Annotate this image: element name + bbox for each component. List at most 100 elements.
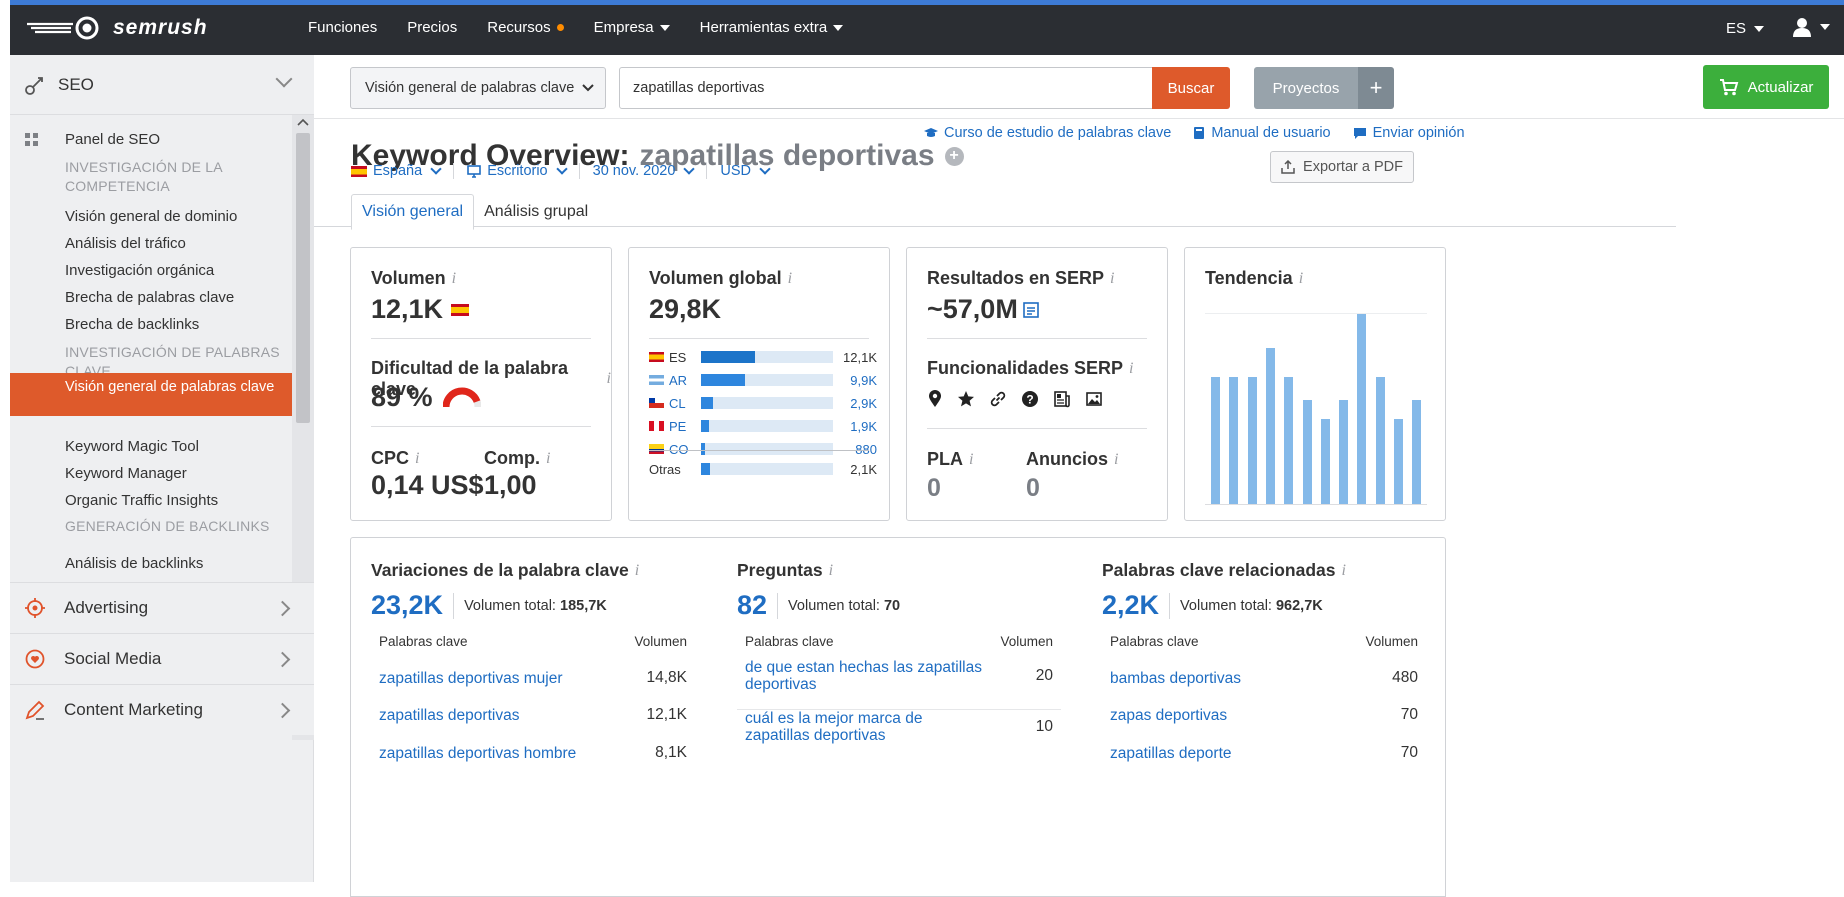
scroll-up-icon[interactable] [297,118,309,126]
sidebar-item[interactable]: Organic Traffic Insights [65,491,287,510]
keyword-link[interactable]: zapatillas deportivas hombre [379,745,619,762]
sidebar-item[interactable]: Análisis del tráfico [65,234,287,253]
related-section: Palabras clave relacionadas i 2,2K Volumen … [1102,538,1432,878]
country-value: 2,9K [850,395,877,411]
scrollbar-thumb[interactable] [296,133,310,423]
country-row-pe[interactable]: PE 1,9K [649,417,877,435]
serp-results-card: Resultados en SERP i ~57,0M Funcionalidad… [906,247,1168,521]
help-link-0[interactable]: Curso de estudio de palabras clave [924,125,1171,141]
chevron-down-icon [759,163,771,175]
info-icon[interactable]: i [635,562,639,580]
keyword-link[interactable]: zapas deportivas [1110,707,1350,724]
info-icon[interactable]: i [1129,360,1133,378]
info-icon[interactable]: i [1114,451,1118,469]
country-row-cl[interactable]: CL 2,9K [649,394,877,412]
sidebar-seo-header[interactable]: SEO [10,55,314,115]
info-icon[interactable]: i [415,450,419,468]
sidebar-group-advertising[interactable]: Advertising [10,582,314,633]
filter-2[interactable]: 30 nov. 2020 [593,163,708,179]
filter-1[interactable]: Escritorio [467,163,580,179]
semrush-logo[interactable]: semrush [25,14,208,42]
book-icon [1193,126,1205,140]
topnav-item-3[interactable]: Empresa [594,19,670,36]
trend-title-text: Tendencia [1205,268,1293,288]
difficulty-gauge-icon [442,387,481,407]
topnav-item-1[interactable]: Precios [407,19,457,36]
topnav-item-0[interactable]: Funciones [308,19,377,36]
keyword-link[interactable]: cuál es la mejor marca de zapatillas dep… [745,710,985,744]
variations-section: Variaciones de la palabra clave i 23,2K Vol… [371,538,701,878]
country-row-ar[interactable]: AR 9,9K [649,371,877,389]
keyword-link[interactable]: zapatillas deportivas [379,707,619,724]
trend-gridline [1205,313,1427,314]
sidebar-item[interactable]: Análisis de backlinks [65,554,287,573]
divider [927,428,1147,429]
info-icon[interactable]: i [1341,562,1345,580]
topnav-label: Empresa [593,19,654,36]
upgrade-button[interactable]: Actualizar [1703,65,1829,109]
volume-card: Volumen i 12,1K Dificultad de la palabra … [350,247,612,521]
keyword-volume: 70 [1400,744,1418,761]
search-button[interactable]: Buscar [1152,67,1230,109]
sidebar-item[interactable]: Brecha de backlinks [65,315,287,334]
variations-row: zapatillas deportivas mujer 14,8K [379,669,687,687]
tool-selector-dropdown[interactable]: Visión general de palabras clave [350,67,606,109]
info-icon[interactable]: i [546,450,550,468]
projects-button[interactable]: Proyectos [1254,67,1358,109]
keyword-volume: 10 [1035,718,1053,735]
keyword-ideas-card: Variaciones de la palabra clave i 23,2K Vol… [350,537,1446,897]
questions-count[interactable]: 82 [737,590,767,621]
sidebar-group-social-media[interactable]: Social Media [10,633,314,684]
export-pdf-button[interactable]: Exportar a PDF [1270,151,1414,183]
sidebar-group-content-marketing[interactable]: Content Marketing [10,684,314,735]
sidebar-item[interactable]: Keyword Magic Tool [65,437,287,456]
pla-value: 0 [927,474,941,502]
topnav-item-2[interactable]: Recursos [487,19,564,36]
caret-down-icon [1754,25,1764,32]
tab-1[interactable]: Análisis grupal [474,194,598,230]
sidebar-item[interactable]: Investigación orgánica [65,261,287,280]
pencil-icon [24,699,46,721]
keyword-link[interactable]: de que estan hechas las zapatillas depor… [745,659,985,693]
related-title: Palabras clave relacionadas i [1102,560,1346,581]
info-icon[interactable]: i [829,562,833,580]
info-icon[interactable]: i [452,270,456,288]
trend-baseline [1205,504,1427,505]
serp-snapshot-icon[interactable] [1022,301,1040,319]
sidebar-item[interactable]: Brecha de palabras clave [65,288,287,307]
help-link-1[interactable]: Manual de usuario [1193,125,1331,141]
filter-3[interactable]: USD [720,163,782,179]
info-icon[interactable]: i [607,370,611,388]
help-link-2[interactable]: Enviar opinión [1353,125,1465,141]
add-project-button[interactable]: + [1358,67,1394,109]
chevron-right-icon [274,651,291,667]
global-volume-card: Volumen global i 29,8K ES 12,1K AR 9,9K CL 2,9… [628,247,890,521]
user-menu[interactable] [1792,17,1830,37]
keyword-link[interactable]: bambas deportivas [1110,670,1350,687]
info-icon[interactable]: i [788,270,792,288]
country-value: 9,9K [850,372,877,388]
sidebar-item[interactable]: Keyword Manager [65,464,287,483]
info-icon[interactable]: i [1110,270,1114,288]
cpc-value: 0,14 US$ [371,470,484,500]
filter-0[interactable]: España [351,163,455,179]
sidebar-item[interactable]: Visión general de dominio [65,207,287,226]
info-icon[interactable]: i [969,451,973,469]
country-row-co[interactable]: CO 880 [649,440,877,458]
keyword-link[interactable]: zapatillas deporte [1110,745,1350,762]
related-total: Volumen total: 962,7K [1180,598,1323,614]
questions-total-value: 70 [883,597,901,614]
topnav-item-4[interactable]: Herramientas extra [700,19,844,36]
add-keyword-icon[interactable]: + [944,146,964,166]
country-bar [701,374,833,386]
info-icon[interactable]: i [1299,270,1303,288]
related-count[interactable]: 2,2K [1102,590,1159,621]
sidebar-item[interactable]: Panel de SEO [65,130,287,149]
language-selector[interactable]: ES [1726,20,1764,37]
tab-0[interactable]: Visión general [351,194,475,230]
keyword-link[interactable]: zapatillas deportivas mujer [379,670,619,687]
variations-count[interactable]: 23,2K [371,590,443,621]
keyword-search-input[interactable]: zapatillas deportivas [619,67,1154,109]
chevron-down-icon [275,70,293,88]
chevron-down-icon [582,84,595,92]
